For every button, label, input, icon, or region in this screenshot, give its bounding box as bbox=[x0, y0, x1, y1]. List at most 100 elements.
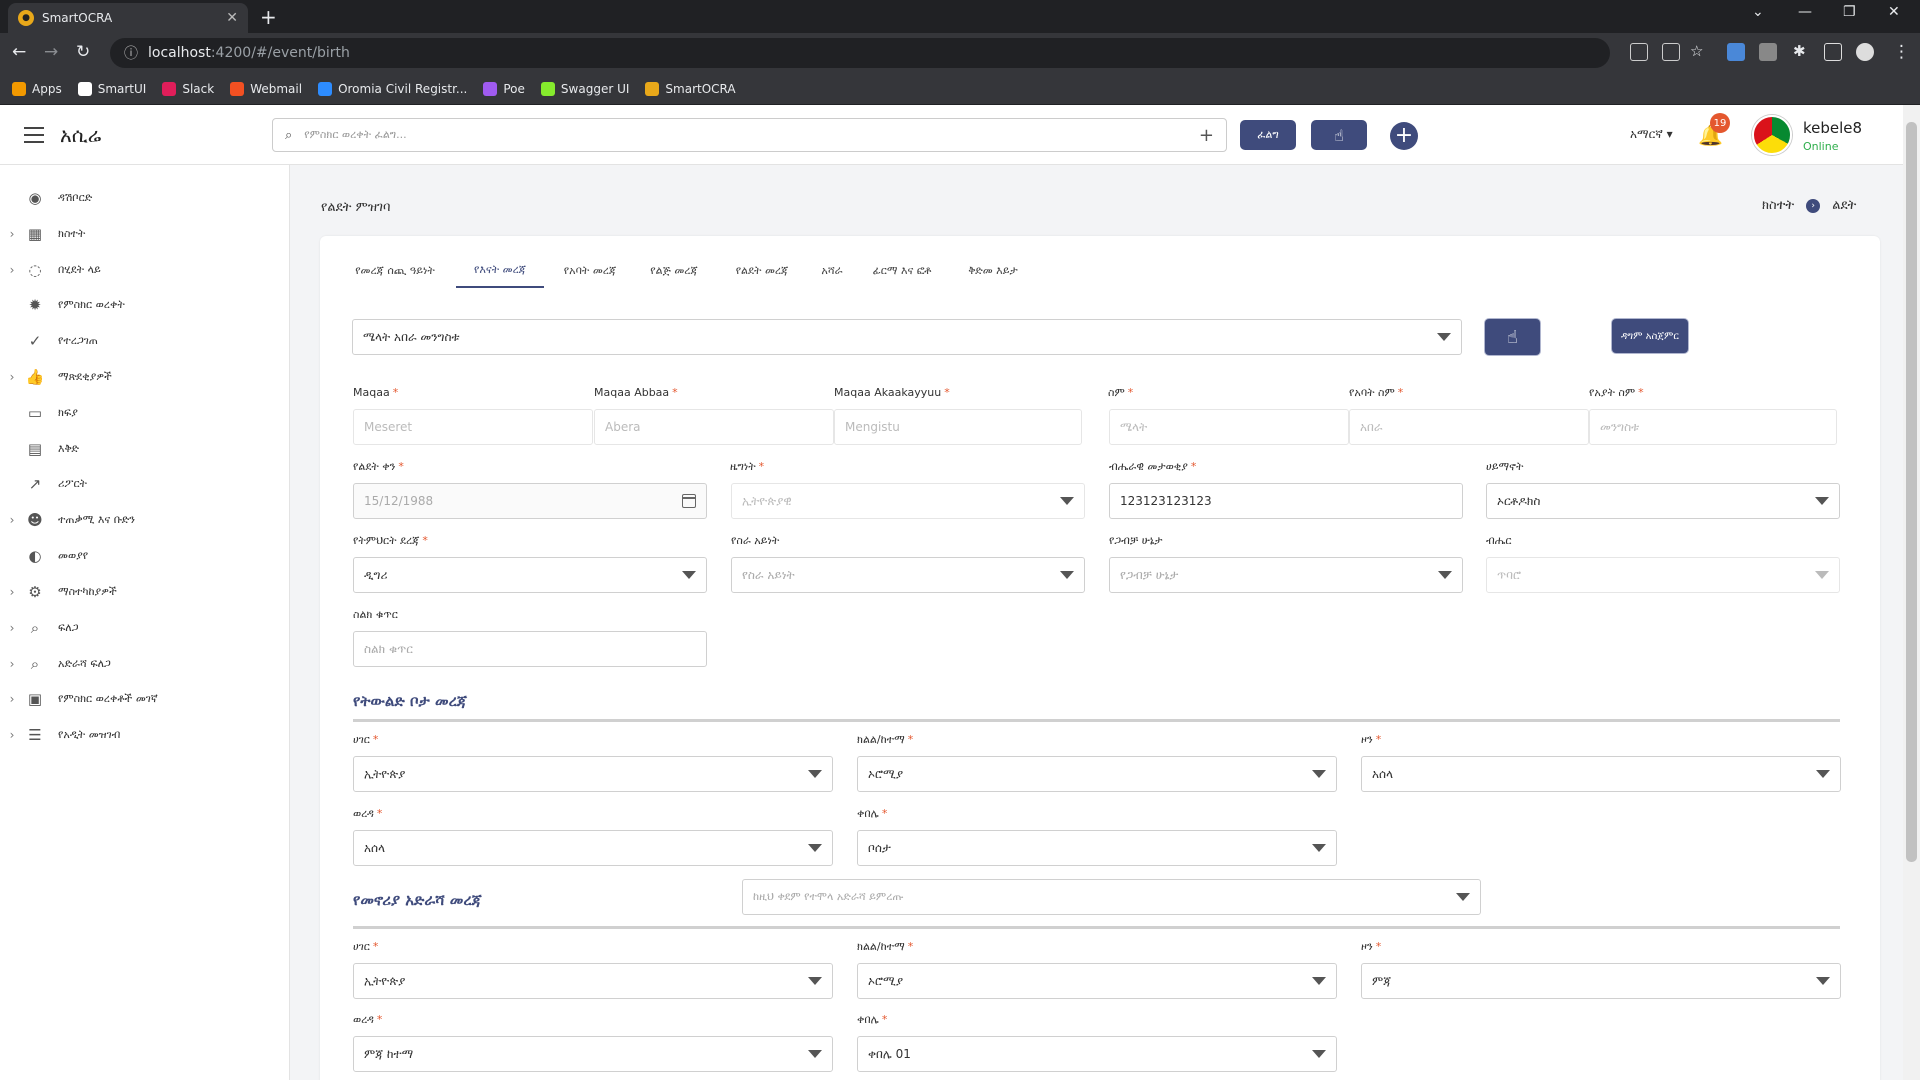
browser-tab[interactable]: ● SmartOCRA ✕ bbox=[8, 3, 248, 33]
chart-line-icon: ↗ bbox=[28, 475, 42, 493]
form-tab[interactable]: አሻራ bbox=[812, 254, 852, 288]
religion-select[interactable]: ኦርቶዶክስ bbox=[1486, 483, 1840, 519]
sidebar-item[interactable]: › ▣ የምስክር ወረቀቶች መገኛ bbox=[0, 681, 290, 717]
bp-kebele-select[interactable]: ቦሰታ bbox=[857, 830, 1337, 866]
res-region-select[interactable]: ኦሮሚያ bbox=[857, 963, 1337, 999]
extensions-puzzle-icon[interactable]: ✱ bbox=[1793, 42, 1806, 60]
grandfather-name-input[interactable]: መንግስቱ bbox=[1589, 409, 1837, 445]
education-select[interactable]: ዲግሪ bbox=[353, 557, 707, 593]
chat-icon: ◐ bbox=[28, 547, 42, 565]
tab-search-icon[interactable]: ⌄ bbox=[1752, 4, 1764, 20]
search-add-icon[interactable]: + bbox=[1199, 125, 1214, 146]
back-icon[interactable]: ← bbox=[12, 42, 26, 62]
global-search-input[interactable]: ⌕ የምስክር ወረቀት ፈልግ... + bbox=[272, 118, 1227, 152]
fingerprint-search-button[interactable]: ☝ bbox=[1311, 120, 1367, 150]
maqaa-akaakayyuu-input[interactable]: Mengistu bbox=[834, 409, 1082, 445]
marital-status-select[interactable]: የጋብቻ ሁኔታ bbox=[1109, 557, 1463, 593]
birth-date-input[interactable]: 15/12/1988 bbox=[353, 483, 707, 519]
res-country-select[interactable]: ኢትዮጵያ bbox=[353, 963, 833, 999]
minimize-icon[interactable]: — bbox=[1798, 4, 1812, 20]
extension-fi-icon[interactable] bbox=[1727, 43, 1745, 61]
calendar-icon: ▦ bbox=[27, 225, 43, 243]
bookmark-item[interactable]: Swagger UI bbox=[540, 81, 629, 96]
side-panel-icon[interactable] bbox=[1824, 43, 1842, 61]
nationality-select[interactable]: ኢትዮጵያዊ bbox=[731, 483, 1085, 519]
bookmark-item[interactable]: Webmail bbox=[230, 81, 302, 96]
install-app-icon[interactable] bbox=[1630, 43, 1648, 61]
ethnicity-select[interactable]: ጥባሮ bbox=[1486, 557, 1840, 593]
fingerprint-button[interactable]: ☝ bbox=[1485, 319, 1540, 355]
scrollbar-thumb[interactable] bbox=[1906, 122, 1917, 862]
app-brand: አሲሬ bbox=[60, 123, 102, 147]
sidebar-item[interactable]: ▤ እቅድ bbox=[0, 431, 290, 467]
hamburger-menu-icon[interactable] bbox=[24, 127, 44, 143]
extension-icon[interactable] bbox=[1759, 43, 1777, 61]
bp-woreda-select[interactable]: አሰላ bbox=[353, 830, 833, 866]
address-bar[interactable]: ⓘ localhost:4200/#/event/birth bbox=[110, 38, 1610, 68]
res-kebele-select[interactable]: ቀበሌ 01 bbox=[857, 1036, 1337, 1072]
breadcrumb-parent[interactable]: ክስተት bbox=[1762, 198, 1794, 213]
bookmark-item[interactable]: Poe bbox=[483, 81, 525, 96]
sidebar-item[interactable]: › ☰ የአዲት መዝገብ bbox=[0, 717, 290, 753]
bookmark-item[interactable]: Oromia Civil Registr... bbox=[318, 81, 467, 96]
bookmark-icon bbox=[645, 81, 660, 96]
maqaa-abbaa-input[interactable]: Abera bbox=[594, 409, 834, 445]
bookmark-star-icon[interactable]: ☆ bbox=[1690, 42, 1703, 60]
occupation-select[interactable]: የስራ አይነት bbox=[731, 557, 1085, 593]
name-input[interactable]: ሜላት bbox=[1109, 409, 1349, 445]
sidebar-item[interactable]: › ☻ ተጠቃሚ እና ቡድን bbox=[0, 502, 290, 538]
sidebar-item[interactable]: ◉ ዳሽቦርድ bbox=[0, 180, 290, 216]
form-tab[interactable]: ቅድመ እይታ bbox=[952, 254, 1034, 288]
reset-button[interactable]: ዳግም አስጀምር bbox=[1612, 319, 1688, 353]
chevron-right-icon: › bbox=[9, 513, 15, 527]
sidebar-item[interactable]: ✓ የተረጋገጠ bbox=[0, 323, 290, 359]
restore-icon[interactable]: ❐ bbox=[1843, 4, 1856, 20]
form-tab[interactable]: የልደት መረጃ bbox=[720, 254, 804, 288]
reload-icon[interactable]: ↻ bbox=[76, 42, 90, 62]
bookmark-item[interactable]: Slack bbox=[162, 81, 214, 96]
bp-region-select[interactable]: ኦሮሚያ bbox=[857, 756, 1337, 792]
calendar-icon[interactable] bbox=[682, 494, 696, 508]
res-zone-select[interactable]: ምጃ bbox=[1361, 963, 1841, 999]
sidebar-item-label: መወያየ bbox=[58, 549, 89, 562]
new-tab-icon[interactable]: + bbox=[260, 5, 277, 29]
sidebar-item[interactable]: ✹ የምስክር ወረቀት bbox=[0, 287, 290, 323]
father-name-input[interactable]: አበራ bbox=[1349, 409, 1589, 445]
close-tab-icon[interactable]: ✕ bbox=[226, 10, 238, 26]
national-id-input[interactable]: 123123123123 bbox=[1109, 483, 1463, 519]
sidebar-item[interactable]: › 👍 ማጽደቂያዎች bbox=[0, 359, 290, 395]
form-tab[interactable]: የመረጃ ሰጪ ዓይነት bbox=[336, 254, 454, 288]
share-icon[interactable] bbox=[1662, 43, 1680, 61]
browser-menu-icon[interactable]: ⋮ bbox=[1893, 42, 1910, 62]
maqaa-input[interactable]: Meseret bbox=[353, 409, 593, 445]
sidebar-item[interactable]: › ▦ ክስተት bbox=[0, 216, 290, 252]
sidebar-item[interactable]: ↗ ሪፖርት bbox=[0, 466, 290, 502]
language-selector[interactable]: አማርኛ ▾ bbox=[1630, 127, 1673, 142]
previous-address-select[interactable]: ከዚህ ቀደም የተሞላ አድራሻ ይምረጡ bbox=[742, 879, 1481, 915]
form-tab[interactable]: የልጅ መረጃ bbox=[636, 254, 712, 288]
forward-icon[interactable]: → bbox=[44, 42, 58, 62]
sidebar-item[interactable]: ▭ ክፍያ bbox=[0, 395, 290, 431]
add-new-icon[interactable]: + bbox=[1390, 122, 1418, 150]
bp-country-select[interactable]: ኢትዮጵያ bbox=[353, 756, 833, 792]
bookmark-item[interactable]: Apps bbox=[12, 81, 62, 96]
sidebar-item[interactable]: › ⚙ ማስተካከያዎች bbox=[0, 574, 290, 610]
sidebar-item[interactable]: › ⌕ አድራሻ ፍለጋ bbox=[0, 646, 290, 682]
sidebar-item[interactable]: › ◌ በሂደት ላይ bbox=[0, 252, 290, 288]
sidebar-item[interactable]: ◐ መወያየ bbox=[0, 538, 290, 574]
bookmark-item[interactable]: SmartOCRA bbox=[645, 81, 736, 96]
bookmark-item[interactable]: SmartUI bbox=[77, 81, 146, 96]
form-tab[interactable]: የእናት መረጃ bbox=[456, 254, 544, 288]
close-window-icon[interactable]: ✕ bbox=[1888, 4, 1900, 20]
form-tab[interactable]: ፊርማ እና ፎቶ bbox=[860, 254, 944, 288]
form-tab[interactable]: የአባት መረጃ bbox=[552, 254, 628, 288]
search-button[interactable]: ፈልግ bbox=[1240, 120, 1296, 150]
sidebar-item[interactable]: › ⌕ ፍለጋ bbox=[0, 610, 290, 646]
res-woreda-select[interactable]: ምጃ ከተማ bbox=[353, 1036, 833, 1072]
site-info-icon[interactable]: ⓘ bbox=[124, 43, 138, 63]
avatar[interactable] bbox=[1752, 115, 1792, 155]
phone-input[interactable]: ስልክ ቁጥር bbox=[353, 631, 707, 667]
profile-icon[interactable] bbox=[1856, 43, 1874, 61]
bp-zone-select[interactable]: አሰላ bbox=[1361, 756, 1841, 792]
person-select[interactable]: ሜላት አበራ መንግስቱ bbox=[352, 319, 1462, 355]
